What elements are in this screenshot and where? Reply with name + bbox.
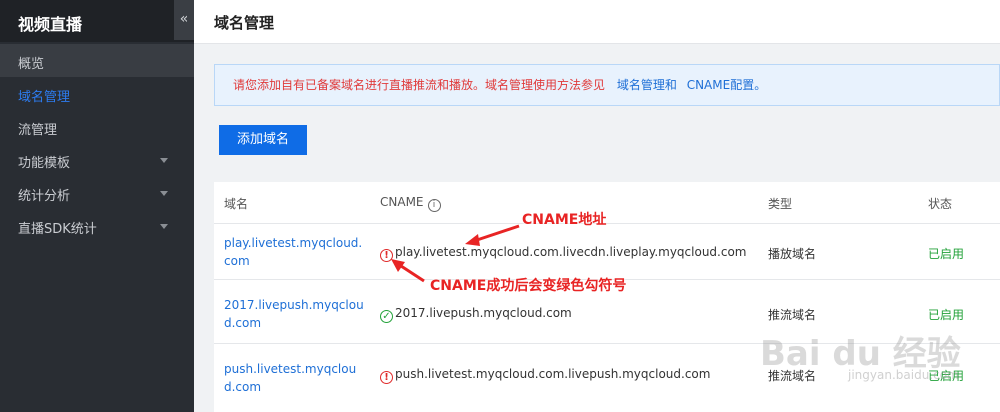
sidebar-item-domain-management[interactable]: 域名管理 xyxy=(0,77,194,110)
domain-link[interactable]: 2017.livepush.myqcloud.com xyxy=(224,296,364,332)
sidebar-item-overview[interactable]: 概览 xyxy=(0,44,194,77)
table-row: play.livetest.myqcloud.com ! play.livetes… xyxy=(214,224,1000,280)
table-header: 域名 CNAME i 类型 状态 xyxy=(214,182,1000,224)
type-cell: 播放域名 xyxy=(768,247,817,261)
sidebar-item-label: 直播SDK统计 xyxy=(18,222,97,237)
baidu-watermark-url: jingyan.baidu.com xyxy=(848,368,959,382)
notice-text: 请您添加自有已备案域名进行直播推流和播放。域名管理使用方法参见 xyxy=(233,78,606,92)
cname-cell: ! push.livetest.myqcloud.com.livepush.myq… xyxy=(380,367,710,384)
annotation-cname-address: CNAME地址 xyxy=(522,212,607,228)
collapse-sidebar-button[interactable]: « xyxy=(174,0,194,40)
notice-banner: 请您添加自有已备案域名进行直播推流和播放。域名管理使用方法参见 域名管理和 CN… xyxy=(214,64,1000,106)
column-header-domain: 域名 xyxy=(224,197,249,211)
page-header: 域名管理 xyxy=(194,0,1000,44)
sidebar-item-label: 统计分析 xyxy=(18,189,71,204)
column-header-cname-label: CNAME xyxy=(380,195,424,209)
check-circle-icon: ✓ xyxy=(380,310,393,323)
sidebar-header: 视频直播 « xyxy=(0,0,194,42)
page-title: 域名管理 xyxy=(214,14,275,32)
info-icon[interactable]: i xyxy=(427,199,441,212)
cname-config-link[interactable]: CNAME配置。 xyxy=(687,78,767,92)
sidebar-item-statistics[interactable]: 统计分析 xyxy=(0,176,194,209)
error-circle-icon: ! xyxy=(380,371,393,384)
sidebar: 视频直播 « 概览 域名管理 流管理 功能模板 统计分析 直播SDK统计 xyxy=(0,0,194,412)
chevron-down-icon xyxy=(160,191,168,196)
sidebar-item-stream-management[interactable]: 流管理 xyxy=(0,110,194,143)
sidebar-title: 视频直播 xyxy=(18,15,83,34)
add-domain-button[interactable]: 添加域名 xyxy=(219,125,307,155)
error-circle-icon: ! xyxy=(380,249,393,262)
status-badge: 已启用 xyxy=(928,308,965,322)
chevron-down-icon xyxy=(160,158,168,163)
status-badge: 已启用 xyxy=(928,247,965,261)
column-header-status: 状态 xyxy=(928,197,953,211)
cname-value: play.livetest.myqcloud.com.livecdn.livep… xyxy=(395,245,747,259)
cname-value: push.livetest.myqcloud.com.livepush.myqc… xyxy=(395,367,711,381)
sidebar-item-label: 流管理 xyxy=(18,123,58,138)
cname-cell: ✓ 2017.livepush.myqcloud.com xyxy=(380,306,572,323)
domain-link[interactable]: play.livetest.myqcloud.com xyxy=(224,234,364,270)
sidebar-item-templates[interactable]: 功能模板 xyxy=(0,143,194,176)
cname-cell: ! play.livetest.myqcloud.com.livecdn.live… xyxy=(380,245,746,262)
chevron-down-icon xyxy=(160,224,168,229)
column-header-cname: CNAME i xyxy=(380,195,441,212)
sidebar-item-label: 概览 xyxy=(18,57,45,72)
sidebar-item-sdk-statistics[interactable]: 直播SDK统计 xyxy=(0,209,194,242)
type-cell: 推流域名 xyxy=(768,308,817,322)
annotation-cname-success: CNAME成功后会变绿色勾符号 xyxy=(430,278,627,294)
sidebar-item-label: 功能模板 xyxy=(18,156,71,171)
column-header-type: 类型 xyxy=(768,197,793,211)
domain-management-link[interactable]: 域名管理和 xyxy=(617,78,677,92)
domain-link[interactable]: push.livetest.myqcloud.com xyxy=(224,360,364,396)
sidebar-item-label: 域名管理 xyxy=(18,90,71,105)
cname-value: 2017.livepush.myqcloud.com xyxy=(395,306,572,320)
